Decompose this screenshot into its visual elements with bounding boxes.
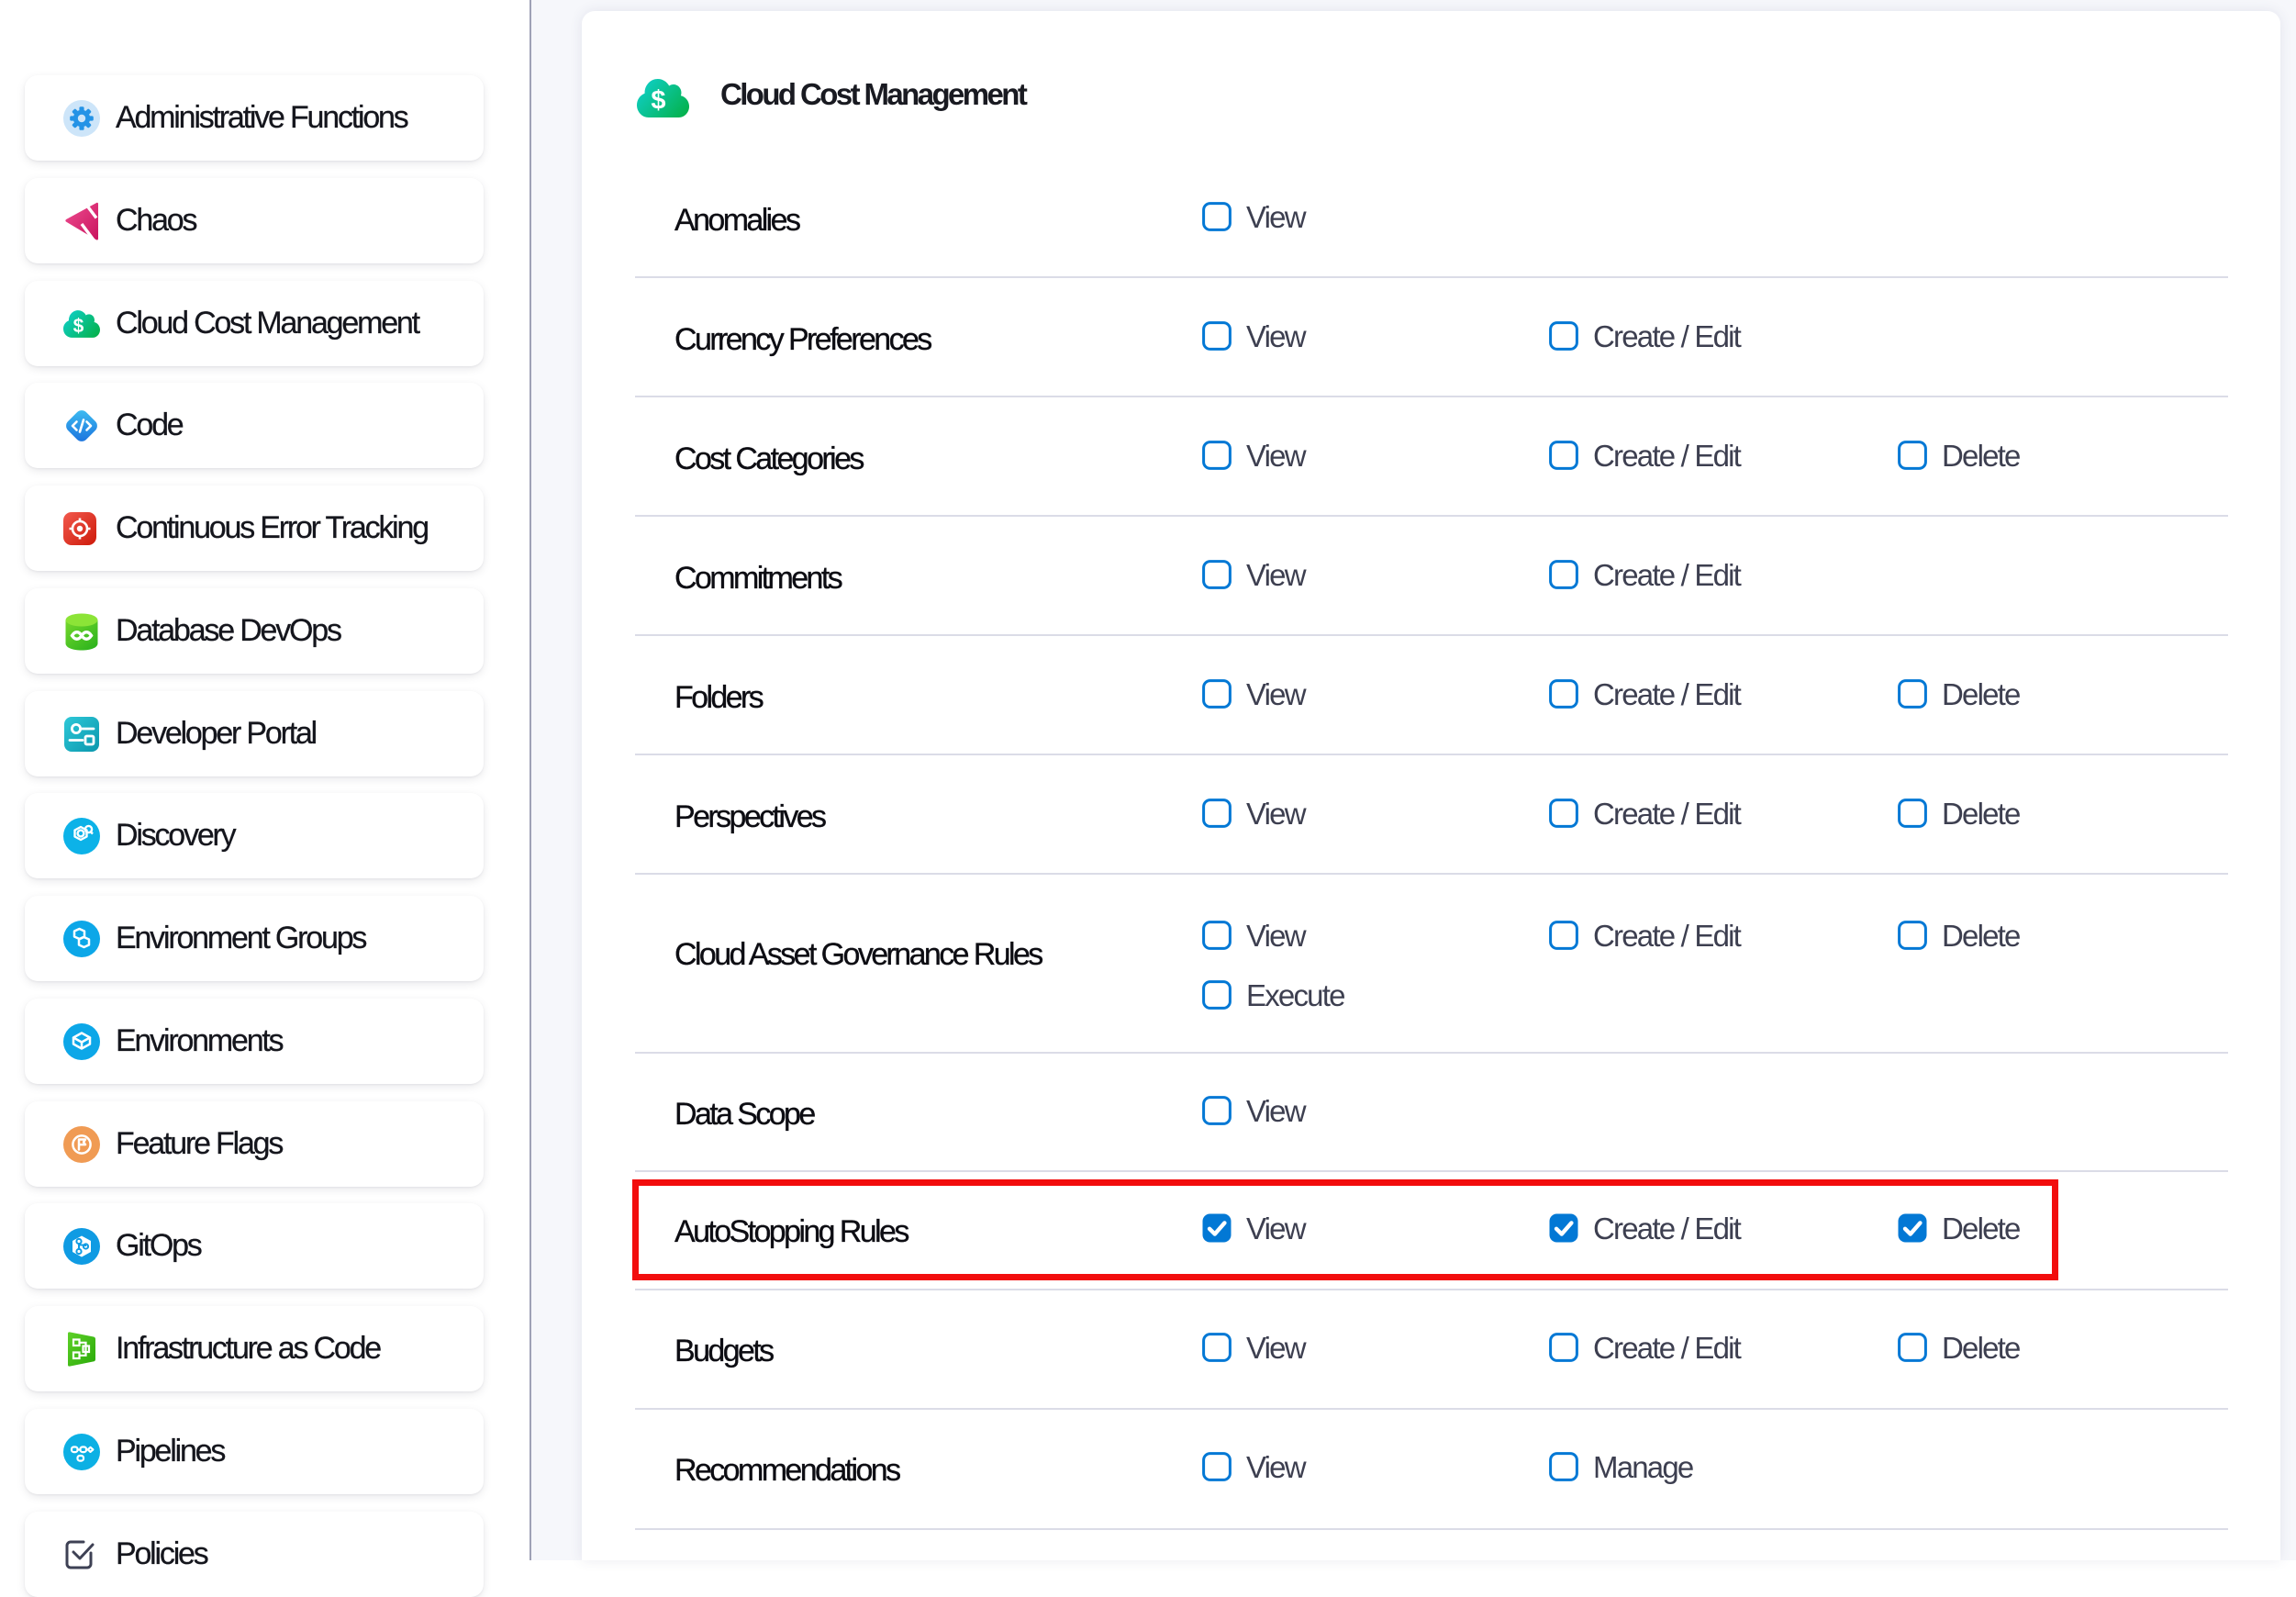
svg-text:$: $: [651, 86, 665, 116]
svg-text:$: $: [73, 316, 84, 337]
